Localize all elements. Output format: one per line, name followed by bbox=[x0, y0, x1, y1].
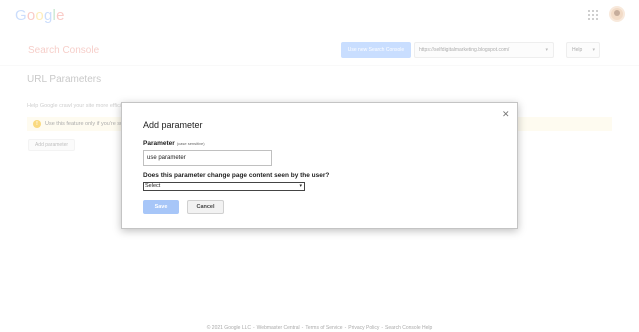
cancel-button[interactable]: Cancel bbox=[187, 200, 224, 214]
footer-link: © 2021 Google LLC bbox=[206, 325, 251, 331]
save-button[interactable]: Save bbox=[143, 200, 179, 214]
footer-separator: - bbox=[344, 325, 347, 331]
content-change-select[interactable]: Select ▾ bbox=[143, 182, 305, 191]
close-icon[interactable]: ✕ bbox=[502, 110, 510, 119]
footer-separator: - bbox=[253, 325, 255, 331]
parameter-label-text: Parameter bbox=[143, 140, 175, 147]
footer-link[interactable]: Privacy Policy bbox=[348, 325, 379, 331]
footer: © 2021 Google LLC - Webmaster Central - Term… bbox=[0, 325, 639, 331]
footer-separator: - bbox=[381, 325, 384, 331]
footer-link[interactable]: Search Console Help bbox=[385, 325, 432, 331]
chevron-down-icon: ▾ bbox=[299, 183, 302, 189]
footer-separator: - bbox=[301, 325, 304, 331]
parameter-input[interactable] bbox=[143, 150, 272, 166]
add-parameter-dialog: Add parameter ✕ Parameter (case sensitive… bbox=[121, 102, 518, 229]
page-root: Google Search Console Use new Search Con… bbox=[0, 0, 639, 332]
content-change-question: Does this parameter change page content … bbox=[143, 172, 330, 179]
parameter-label: Parameter (case sensitive) bbox=[143, 140, 205, 147]
dialog-title: Add parameter bbox=[143, 120, 203, 130]
select-value: Select bbox=[145, 183, 161, 189]
parameter-hint: (case sensitive) bbox=[176, 141, 205, 146]
footer-link[interactable]: Terms of Service bbox=[305, 325, 342, 331]
footer-link[interactable]: Webmaster Central bbox=[257, 325, 300, 331]
